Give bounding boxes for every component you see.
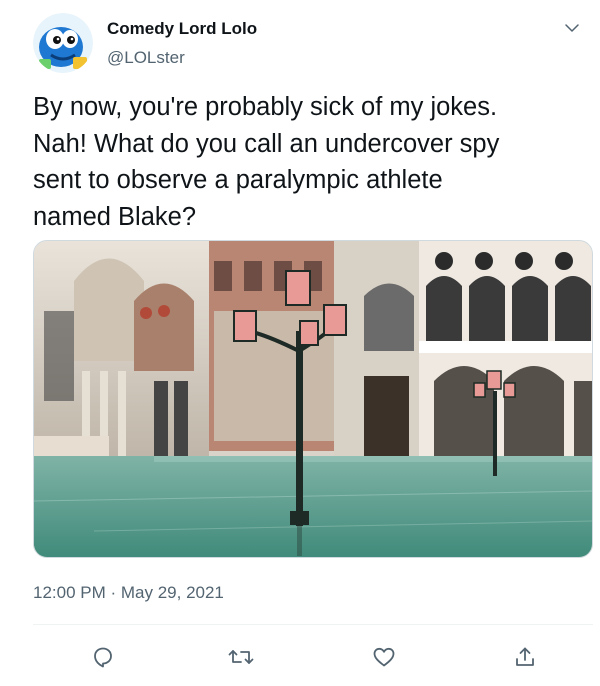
tweet-photo[interactable] <box>33 240 593 558</box>
mascot-avatar-icon <box>33 13 93 73</box>
share-button[interactable] <box>508 640 542 674</box>
tweet-text: By now, you're probably sick of my jokes… <box>33 89 588 235</box>
display-name[interactable]: Comedy Lord Lolo <box>107 19 257 39</box>
user-handle[interactable]: @LOLster <box>107 48 185 68</box>
tweet-line: sent to observe a paralympic athlete <box>33 166 443 194</box>
tweet-line: By now, you're probably sick of my jokes… <box>33 93 498 121</box>
chevron-down-icon <box>565 24 579 32</box>
tweet-timestamp[interactable]: 12:00 PM · May 29, 2021 <box>33 583 224 603</box>
more-options-button[interactable] <box>558 14 586 42</box>
share-icon <box>516 647 534 666</box>
action-bar-divider <box>33 624 593 625</box>
tweet-line: Nah! What do you call an undercover spy <box>33 129 500 158</box>
like-button[interactable] <box>367 640 401 674</box>
venice-flood-photo <box>34 241 592 557</box>
reply-icon <box>94 647 112 668</box>
avatar[interactable] <box>33 13 93 73</box>
retweet-button[interactable] <box>224 640 258 674</box>
retweet-icon <box>228 650 254 664</box>
tweet-line: named Blake? <box>33 202 197 231</box>
reply-button[interactable] <box>86 640 120 674</box>
heart-icon <box>373 647 395 667</box>
